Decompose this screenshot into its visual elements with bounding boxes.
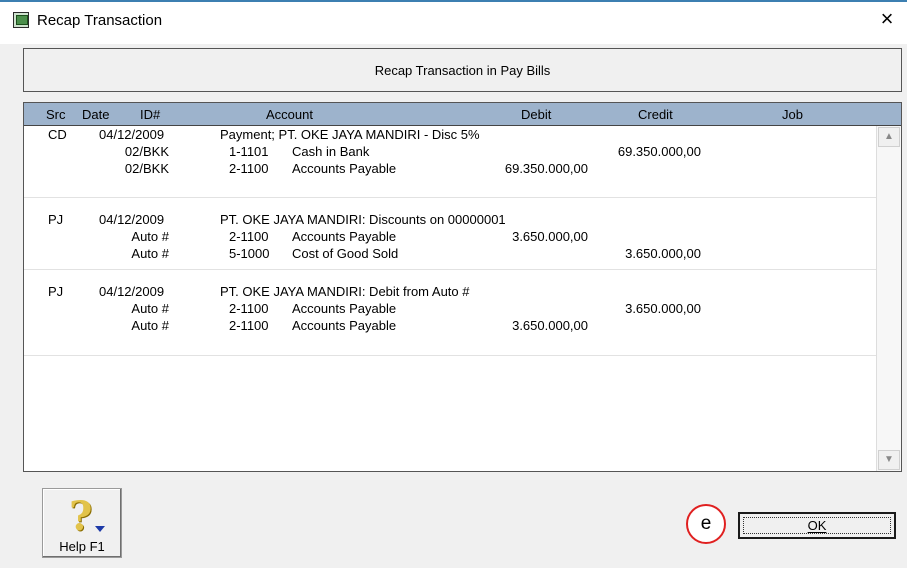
dropdown-arrow-icon [95,526,105,532]
help-question-icon: ? [69,493,93,540]
date-cell: 04/12/2009 [99,284,165,299]
src-cell: CD [48,127,67,142]
title-bar-accent [0,0,907,2]
account-name-cell: Cash in Bank [292,144,370,159]
account-name-cell: Accounts Payable [292,161,397,176]
account-name-cell: Accounts Payable [292,301,397,316]
id-cell: 02/BKK [124,161,169,176]
col-account[interactable]: Account [266,107,313,122]
debit-cell: 3.650.000,00 [512,318,588,333]
account-no-cell: 2-1100 [229,318,269,333]
src-cell: PJ [48,284,64,299]
id-cell: Auto # [131,246,169,261]
account-no-cell: 1-1101 [229,144,269,159]
col-credit[interactable]: Credit [638,107,673,122]
src-cell: PJ [48,212,64,227]
transaction-group[interactable]: PJ 04/12/2009 PT. OKE JAYA MANDIRI: Debi… [24,270,876,356]
debit-cell: 3.650.000,00 [512,229,588,244]
help-button-label: Help F1 [59,539,105,554]
account-name-cell: Cost of Good Sold [292,246,399,261]
transaction-group[interactable]: PJ 04/12/2009 PT. OKE JAYA MANDIRI: Disc… [24,198,876,270]
close-icon[interactable]: × [874,6,900,34]
col-debit[interactable]: Debit [521,107,551,122]
credit-cell: 69.350.000,00 [617,144,701,159]
ok-button[interactable]: OK [738,512,896,539]
date-cell: 04/12/2009 [99,212,165,227]
debit-cell: 69.350.000,00 [504,161,588,176]
title-bar: Recap Transaction × [0,0,907,44]
col-id[interactable]: ID# [140,107,160,122]
ok-button-focus: OK [743,517,891,534]
id-cell: 02/BKK [124,144,169,159]
ok-button-label: OK [807,518,827,533]
scroll-down-icon[interactable]: ▼ [878,450,900,470]
date-cell: 04/12/2009 [99,127,165,142]
account-no-cell: 5-1000 [229,246,270,261]
vertical-scrollbar[interactable]: ▲ ▼ [876,126,901,471]
dialog-body: Recap Transaction in Pay Bills Src Date … [0,44,907,568]
account-no-cell: 2-1100 [229,301,269,316]
transaction-group[interactable]: CD 04/12/2009 Payment; PT. OKE JAYA MAND… [24,126,876,198]
header-panel-text: Recap Transaction in Pay Bills [374,62,551,78]
memo-cell: PT. OKE JAYA MANDIRI: Debit from Auto # [220,284,470,299]
id-cell: Auto # [131,301,169,316]
col-src[interactable]: Src [46,107,66,122]
annotation-label: e [700,513,712,534]
window-title: Recap Transaction [37,12,163,29]
credit-cell: 3.650.000,00 [625,246,701,261]
app-icon [13,12,29,28]
annotation-marker: e [686,504,726,544]
id-cell: Auto # [131,318,169,333]
account-name-cell: Accounts Payable [292,318,397,333]
account-no-cell: 2-1100 [229,161,269,176]
scroll-up-icon[interactable]: ▲ [878,127,900,147]
col-date[interactable]: Date [82,107,109,122]
memo-cell: Payment; PT. OKE JAYA MANDIRI - Disc 5% [220,127,480,142]
credit-cell: 3.650.000,00 [625,301,701,316]
memo-cell: PT. OKE JAYA MANDIRI: Discounts on 00000… [220,212,506,227]
col-job[interactable]: Job [782,107,803,122]
account-no-cell: 2-1100 [229,229,269,244]
help-button[interactable]: ? Help F1 [42,488,122,558]
recap-grid: Src Date ID# Account Debit Credit Job CD… [23,102,902,472]
id-cell: Auto # [131,229,169,244]
grid-rows[interactable]: CD 04/12/2009 Payment; PT. OKE JAYA MAND… [24,126,876,471]
header-panel: Recap Transaction in Pay Bills [23,48,902,92]
grid-header: Src Date ID# Account Debit Credit Job [24,103,901,126]
account-name-cell: Accounts Payable [292,229,397,244]
